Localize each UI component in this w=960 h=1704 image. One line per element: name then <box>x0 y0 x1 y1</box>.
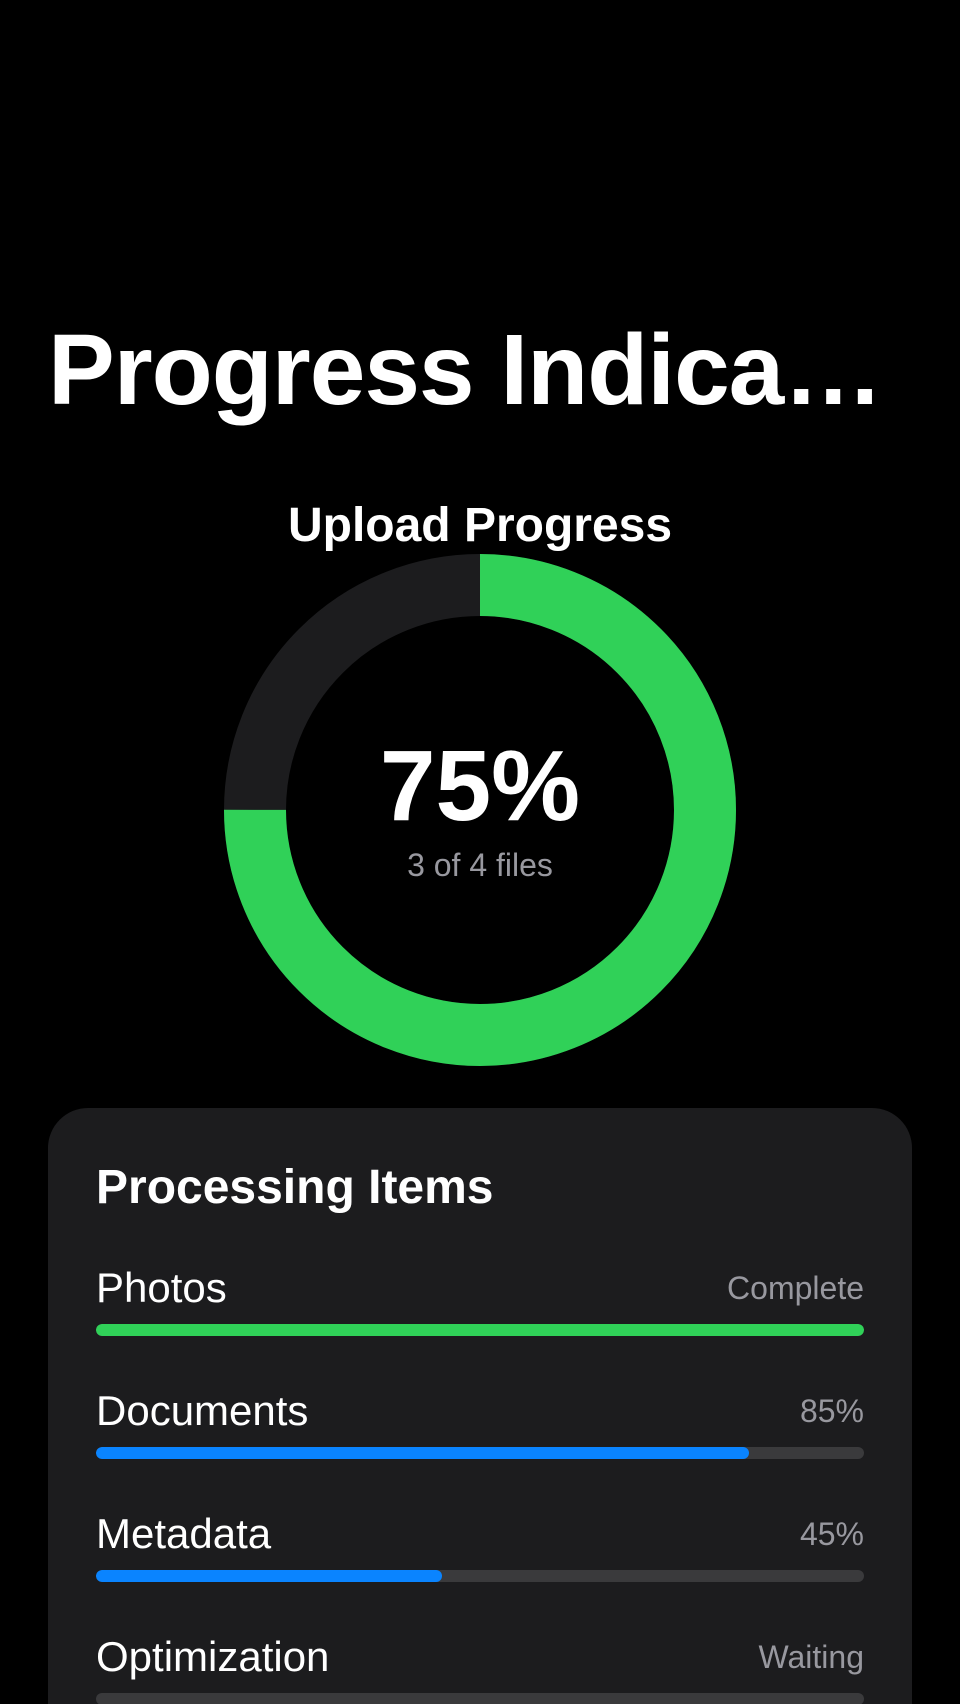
processing-items-title: Processing Items <box>96 1161 494 1214</box>
item-label: Optimization <box>96 1633 330 1680</box>
processing-item-photos: Photos Complete <box>96 1260 864 1340</box>
page-title: Progress Indicato… <box>48 314 912 426</box>
item-progress-track <box>96 1570 864 1582</box>
item-progress-fill <box>96 1570 442 1582</box>
item-progress-fill <box>96 1324 864 1336</box>
processing-item-optimization: Optimization Waiting <box>96 1629 864 1704</box>
item-progress-fill <box>96 1447 749 1459</box>
item-progress-track <box>96 1693 864 1704</box>
item-status: Complete <box>727 1270 864 1306</box>
processing-item-documents: Documents 85% <box>96 1383 864 1463</box>
item-progress-track <box>96 1324 864 1336</box>
screen: Progress Indicato… Upload Progress 75% 3… <box>0 0 960 1704</box>
item-label: Documents <box>96 1387 309 1434</box>
progress-ring-center: 75% 3 of 4 files <box>224 554 736 1066</box>
processing-item-metadata: Metadata 45% <box>96 1506 864 1586</box>
item-label: Photos <box>96 1264 227 1311</box>
processing-items-card: Processing Items Photos Complete Documen… <box>48 1108 912 1704</box>
upload-progress-title: Upload Progress <box>287 499 673 552</box>
item-label: Metadata <box>96 1510 272 1557</box>
item-status: 85% <box>799 1393 864 1429</box>
upload-files-count: 3 of 4 files <box>407 847 553 883</box>
upload-progress-ring: 75% 3 of 4 files <box>224 554 736 1066</box>
item-progress-track <box>96 1447 864 1459</box>
upload-percent-label: 75% <box>379 730 581 842</box>
item-status: 45% <box>799 1516 864 1552</box>
item-status: Waiting <box>758 1639 864 1675</box>
